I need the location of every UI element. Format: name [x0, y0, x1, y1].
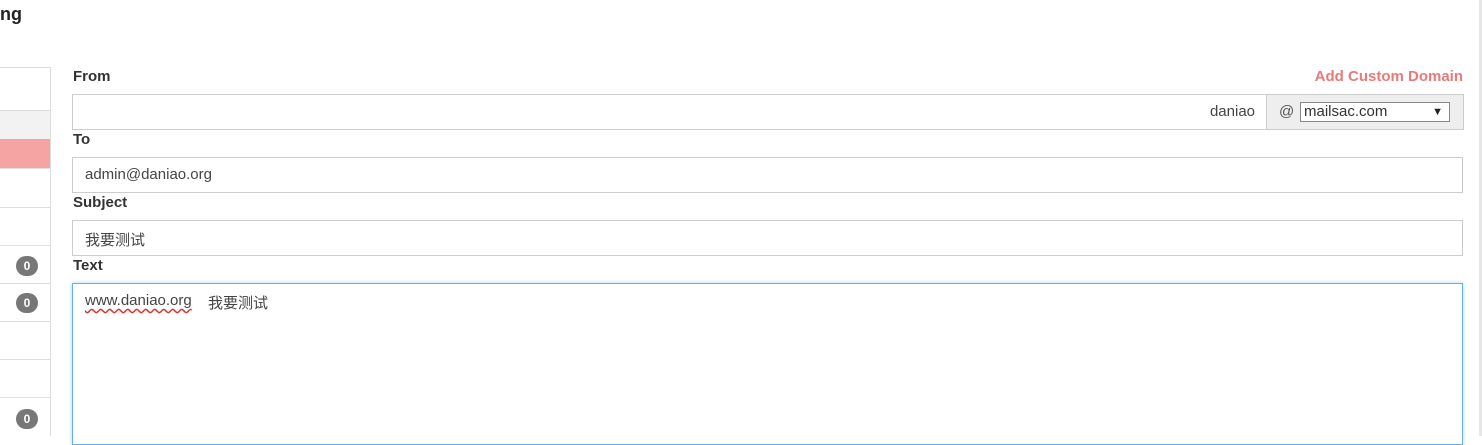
sidebar-item[interactable]	[0, 359, 50, 397]
domain-select[interactable]: mailsac.com ▼	[1300, 102, 1450, 122]
from-label: From	[73, 68, 111, 85]
count-badge: 0	[16, 256, 38, 276]
sidebar-item[interactable]	[0, 207, 50, 245]
sidebar-item[interactable]	[0, 67, 50, 110]
sidebar-item[interactable]	[0, 168, 50, 206]
to-input[interactable]: admin@daniao.org	[72, 157, 1463, 193]
dropdown-arrow-icon: ▼	[1432, 106, 1443, 118]
text-label: Text	[73, 257, 103, 274]
page-title: ng	[0, 4, 22, 24]
sidebar-item[interactable]	[0, 321, 50, 359]
message-text: 我要测试	[208, 295, 269, 312]
subject-value: 我要测试	[85, 232, 146, 249]
sidebar-item[interactable]: 0	[0, 245, 50, 283]
domain-select-value: mailsac.com	[1304, 103, 1388, 120]
from-value: daniao	[1209, 103, 1255, 120]
at-sign: @	[1279, 103, 1295, 120]
add-custom-domain-link[interactable]: Add Custom Domain	[1315, 68, 1463, 85]
sidebar-item-header[interactable]	[0, 110, 50, 139]
sidebar-item[interactable]: 0	[0, 397, 50, 437]
sidebar-item[interactable]: 0	[0, 283, 50, 321]
count-badge: 0	[16, 293, 38, 313]
subject-input[interactable]: 我要测试	[72, 220, 1463, 256]
to-label: To	[73, 131, 91, 148]
from-input[interactable]: daniao	[72, 94, 1266, 130]
sidebar: 0 0 0	[0, 67, 51, 436]
domain-addon: @ mailsac.com ▼	[1266, 94, 1464, 130]
message-text-link: www.daniao.org	[85, 292, 192, 309]
to-value: admin@daniao.org	[85, 166, 212, 183]
subject-label: Subject	[73, 194, 128, 211]
count-badge: 0	[16, 409, 38, 429]
message-textarea[interactable]: www.daniao.org 我要测试	[72, 283, 1463, 445]
sidebar-item-active[interactable]	[0, 139, 50, 168]
